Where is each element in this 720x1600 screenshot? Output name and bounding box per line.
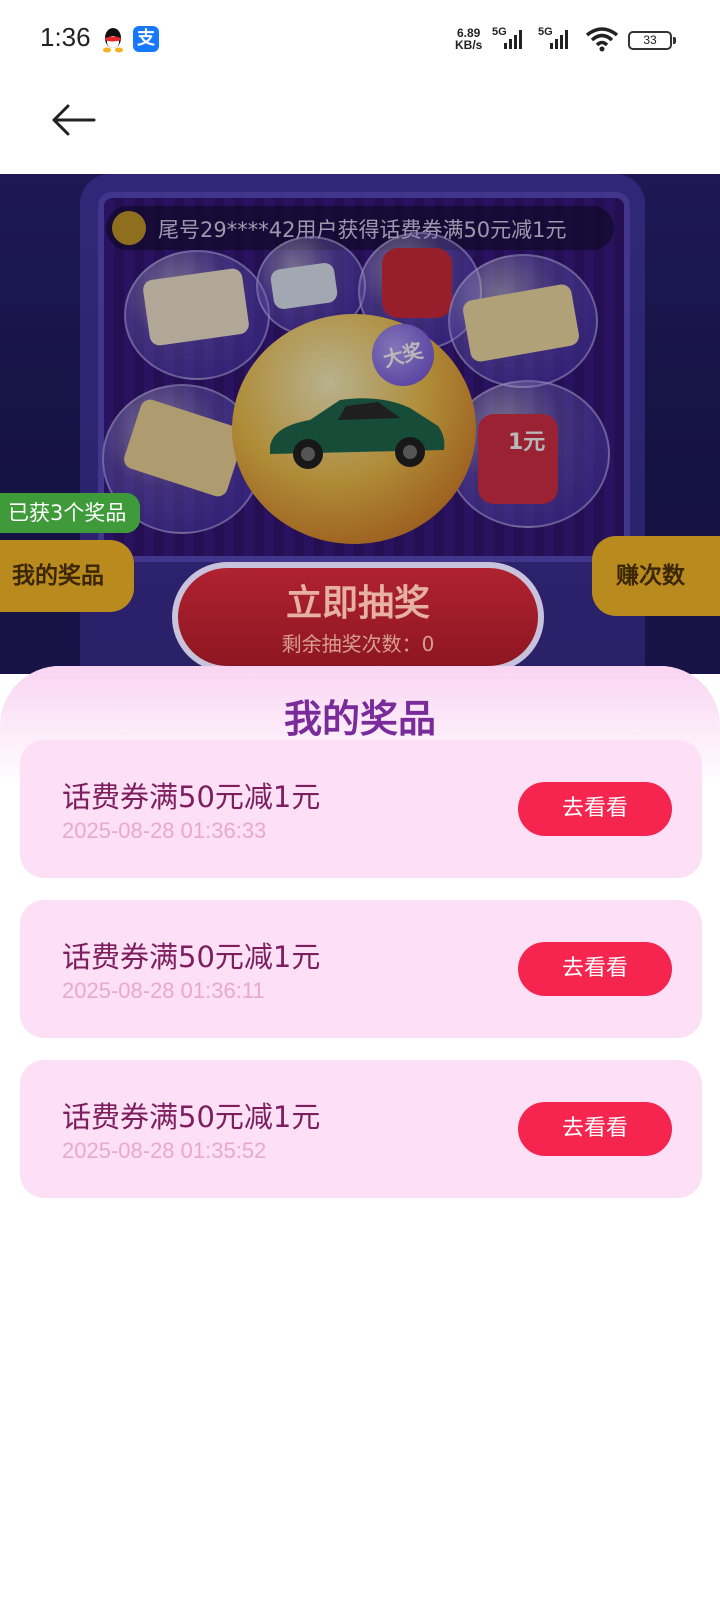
- prize-card: 话费券满50元减1元 2025-08-28 01:35:52 去看看: [20, 1060, 702, 1198]
- prize-time: 2025-08-28 01:36:33: [62, 818, 267, 843]
- prize-name: 话费券满50元减1元: [62, 940, 321, 974]
- draw-button-label: 立即抽奖: [285, 583, 430, 624]
- wifi-icon: [585, 27, 619, 52]
- alipay-icon: 支: [133, 26, 159, 52]
- qq-icon: [103, 28, 123, 53]
- prize-time: 2025-08-28 01:36:11: [62, 978, 265, 1003]
- prize-name: 话费券满50元减1元: [62, 1100, 321, 1134]
- back-button[interactable]: [50, 100, 96, 140]
- view-prize-button[interactable]: 去看看: [518, 1102, 672, 1156]
- prize-card: 话费券满50元减1元 2025-08-28 01:36:33 去看看: [20, 740, 702, 878]
- view-prize-button[interactable]: 去看看: [518, 782, 672, 836]
- prize-card: 话费券满50元减1元 2025-08-28 01:36:11 去看看: [20, 900, 702, 1038]
- my-prizes-sheet: 我的奖品 话费券满50元减1元 2025-08-28 01:36:33 去看看 …: [0, 666, 720, 1600]
- prize-time: 2025-08-28 01:35:52: [62, 1138, 267, 1163]
- status-time: 1:36: [40, 22, 91, 52]
- status-bar: 1:36 支 6.89 KB/s 5G 5G 33: [0, 0, 720, 80]
- net-speed-unit: KB/s: [455, 38, 483, 52]
- net-speed: 6.89 KB/s: [455, 27, 482, 51]
- my-prizes-tab[interactable]: 我的奖品: [0, 540, 134, 612]
- view-prize-button[interactable]: 去看看: [518, 942, 672, 996]
- draw-button[interactable]: 立即抽奖 剩余抽奖次数：0: [172, 562, 544, 672]
- battery-icon: 33: [628, 31, 676, 50]
- sheet-title: 我的奖品: [283, 697, 436, 741]
- earn-chances-tab[interactable]: 赚次数: [592, 536, 720, 616]
- prize-name: 话费券满50元减1元: [62, 780, 321, 814]
- remaining-draws-text: 剩余抽奖次数：0: [281, 632, 435, 656]
- prize-count-tag: 已获3个奖品: [0, 493, 141, 533]
